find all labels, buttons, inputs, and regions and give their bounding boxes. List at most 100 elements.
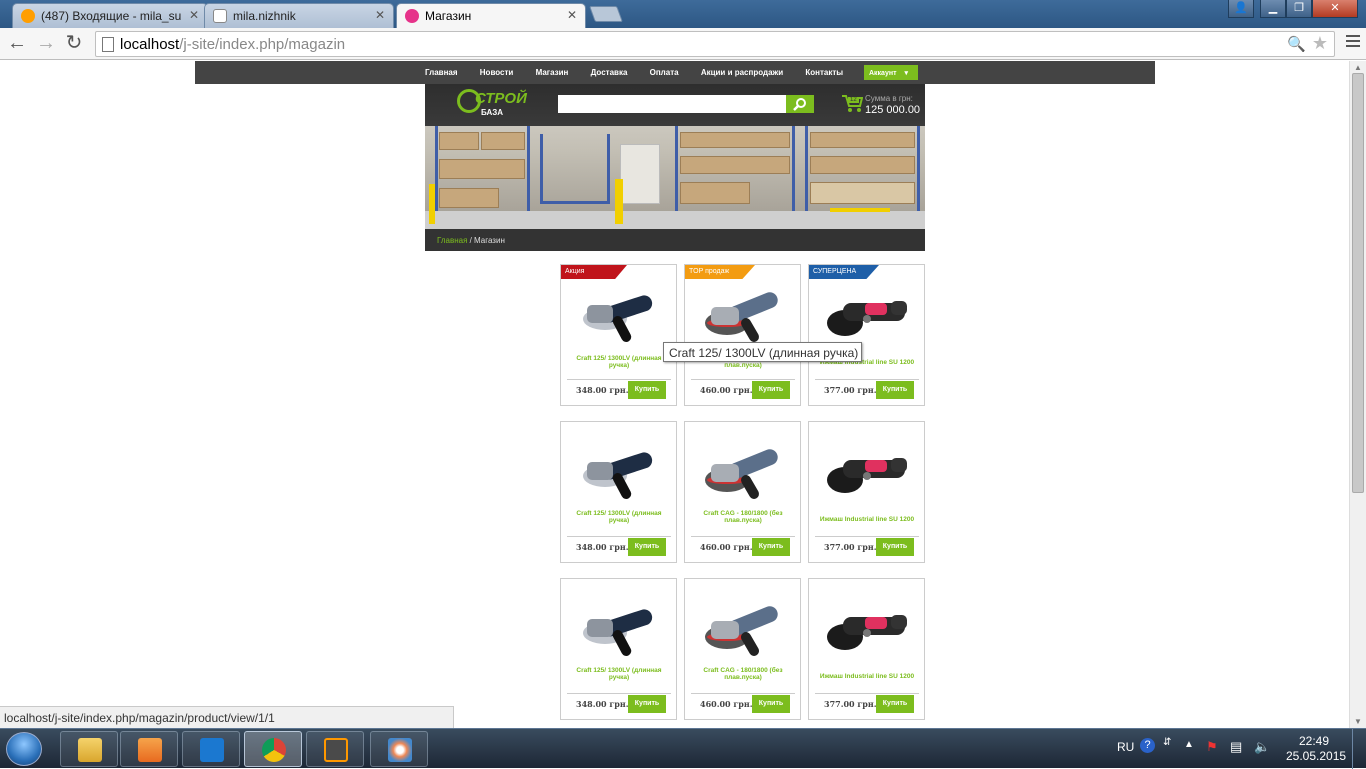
minimize-button[interactable]: ▁ (1260, 0, 1286, 18)
buy-button[interactable]: Купить (752, 381, 790, 399)
page-icon (102, 37, 114, 52)
vertical-scrollbar[interactable]: ▲ ▼ (1349, 61, 1366, 728)
media-player-icon[interactable] (120, 731, 178, 767)
angle-grinder-pink-icon[interactable] (821, 589, 913, 661)
angle-grinder-grey-icon[interactable] (697, 275, 789, 347)
product-card[interactable]: Ижмаш Industrial line SU 1200 377.00 грн.… (808, 421, 925, 563)
product-name-link[interactable]: Craft CAG - 180/1800 (без плав.пуска) (693, 510, 793, 524)
divider (567, 536, 671, 537)
scroll-up-icon[interactable]: ▲ (1354, 63, 1362, 72)
close-window-button[interactable]: ✕ (1312, 0, 1358, 18)
nav-link-contacts[interactable]: Контакты (805, 68, 843, 77)
buy-button[interactable]: Купить (628, 381, 666, 399)
buy-button[interactable]: Купить (752, 538, 790, 556)
account-dropdown[interactable]: Аккаунт ▾ (864, 65, 918, 80)
angle-grinder-blue-icon[interactable] (573, 432, 665, 504)
show-hidden-icon[interactable]: ▲ (1184, 739, 1194, 750)
back-arrow-icon[interactable]: ← (5, 32, 29, 56)
tab-strip: (487) Входящие - mila_su ✕ mila.nizhnik … (0, 0, 1366, 28)
paint-icon[interactable] (370, 731, 428, 767)
url-text[interactable]: localhost/j-site/index.php/magazin (120, 36, 345, 53)
divider (691, 379, 795, 380)
divider (815, 693, 919, 694)
nav-link-payment[interactable]: Оплата (650, 68, 679, 77)
product-card[interactable]: СУПЕРЦЕНА Ижмаш Industrial line SU 1200 37… (808, 264, 925, 406)
new-tab-button[interactable] (589, 6, 623, 22)
product-name-link[interactable]: Ижмаш Industrial line SU 1200 (817, 673, 917, 680)
buy-button[interactable]: Купить (628, 538, 666, 556)
angle-grinder-blue-icon[interactable] (573, 589, 665, 661)
product-card[interactable]: TOP продажCraft CAG - 180/1800 (без плав… (684, 264, 801, 406)
reload-icon[interactable]: ↻ (62, 32, 86, 56)
tab-nizhnik[interactable]: mila.nizhnik ✕ (204, 3, 394, 28)
site-logo[interactable]: СТРОЙ БАЗА (457, 88, 527, 118)
language-indicator[interactable]: RU (1117, 740, 1134, 754)
product-name-link[interactable]: Craft 125/ 1300LV (длинная ручка) (569, 355, 669, 369)
angle-grinder-grey-icon[interactable] (697, 432, 789, 504)
product-card[interactable]: Craft CAG - 180/1800 (без плав.пуска) 460… (684, 578, 801, 720)
search-button[interactable] (786, 95, 814, 113)
explorer-icon[interactable] (60, 731, 118, 767)
tab-title: mila.nizhnik (233, 9, 296, 23)
volume-icon[interactable]: 🔈 (1254, 739, 1270, 755)
buy-button[interactable]: Купить (752, 695, 790, 713)
angle-grinder-blue-icon[interactable] (573, 275, 665, 347)
system-clock[interactable]: 22:49 25.05.2015 (1286, 734, 1346, 764)
maximize-button[interactable]: ❐ (1286, 0, 1312, 18)
network-arrows-icon[interactable]: ⇵ (1163, 737, 1171, 748)
close-tab-icon[interactable]: ✕ (375, 8, 385, 22)
product-card[interactable]: Craft 125/ 1300LV (длинная ручка) 348.00 … (560, 578, 677, 720)
angle-grinder-grey-icon[interactable] (697, 589, 789, 661)
logo-text-top: СТРОЙ (475, 90, 527, 107)
chrome-icon[interactable] (244, 731, 302, 767)
buy-button[interactable]: Купить (876, 538, 914, 556)
address-bar[interactable]: localhost/j-site/index.php/magazin 🔍 ★ (95, 31, 1335, 57)
product-name-link[interactable]: Craft 125/ 1300LV (длинная ручка) (569, 667, 669, 681)
product-card[interactable]: Акция Craft 125/ 1300LV (длинная ручка) 34… (560, 264, 677, 406)
product-card[interactable]: Craft CAG - 180/1800 (без плав.пуска) 460… (684, 421, 801, 563)
cart-sum-value: 125 000.00 (865, 104, 921, 116)
buy-button[interactable]: Купить (876, 381, 914, 399)
close-tab-icon[interactable]: ✕ (189, 8, 199, 22)
nav-link-news[interactable]: Новости (480, 68, 514, 77)
sublime-text-icon[interactable] (306, 731, 364, 767)
product-name-link[interactable]: Craft CAG - 180/1800 (без плав.пуска) (693, 667, 793, 681)
nav-link-shop[interactable]: Магазин (536, 68, 569, 77)
product-card[interactable]: Craft 125/ 1300LV (длинная ручка) 348.00 … (560, 421, 677, 563)
buy-button[interactable]: Купить (876, 695, 914, 713)
help-icon[interactable]: ? (1140, 738, 1155, 753)
tab-title: Магазин (425, 9, 472, 23)
angle-grinder-pink-icon[interactable] (821, 275, 913, 347)
hamburger-menu-icon[interactable] (1346, 35, 1360, 49)
tab-magazin[interactable]: Магазин ✕ (396, 3, 586, 28)
nav-link-sales[interactable]: Акции и распродажи (701, 68, 783, 77)
user-icon[interactable]: 👤 (1228, 0, 1254, 18)
nav-link-delivery[interactable]: Доставка (591, 68, 628, 77)
nav-link-home[interactable]: Главная (425, 68, 458, 77)
product-price: 348.00 грн. (576, 542, 629, 552)
scrollbar-thumb[interactable] (1352, 73, 1364, 493)
buy-button[interactable]: Купить (628, 695, 666, 713)
scroll-down-icon[interactable]: ▼ (1354, 717, 1362, 726)
angle-grinder-pink-icon[interactable] (821, 432, 913, 504)
network-icon[interactable]: ▤ (1230, 739, 1242, 755)
windows-start-button[interactable] (6, 732, 42, 766)
forward-arrow-icon[interactable]: → (34, 32, 58, 56)
action-center-icon[interactable]: ⚑ (1206, 739, 1218, 755)
account-label: Аккаунт (869, 70, 897, 77)
show-desktop-button[interactable] (1352, 729, 1366, 769)
site-top-nav: Главная Новости Магазин Доставка Оплата … (195, 61, 1155, 84)
search-input[interactable] (558, 95, 786, 113)
product-name-link[interactable]: Craft 125/ 1300LV (длинная ручка) (569, 510, 669, 524)
product-name-link[interactable]: Ижмаш Industrial line SU 1200 (817, 516, 917, 523)
zoom-icon[interactable]: 🔍 (1287, 35, 1306, 53)
search-icon (793, 98, 806, 111)
close-tab-icon[interactable]: ✕ (567, 8, 577, 22)
star-icon[interactable]: ★ (1312, 33, 1328, 54)
tab-mail[interactable]: (487) Входящие - mila_su ✕ (12, 3, 208, 28)
product-price: 348.00 грн. (576, 385, 629, 395)
product-card[interactable]: Ижмаш Industrial line SU 1200 377.00 грн.… (808, 578, 925, 720)
maxthon-icon[interactable] (182, 731, 240, 767)
breadcrumb-home-link[interactable]: Главная / (437, 236, 472, 245)
cart-icon[interactable]: 12 (841, 93, 864, 113)
